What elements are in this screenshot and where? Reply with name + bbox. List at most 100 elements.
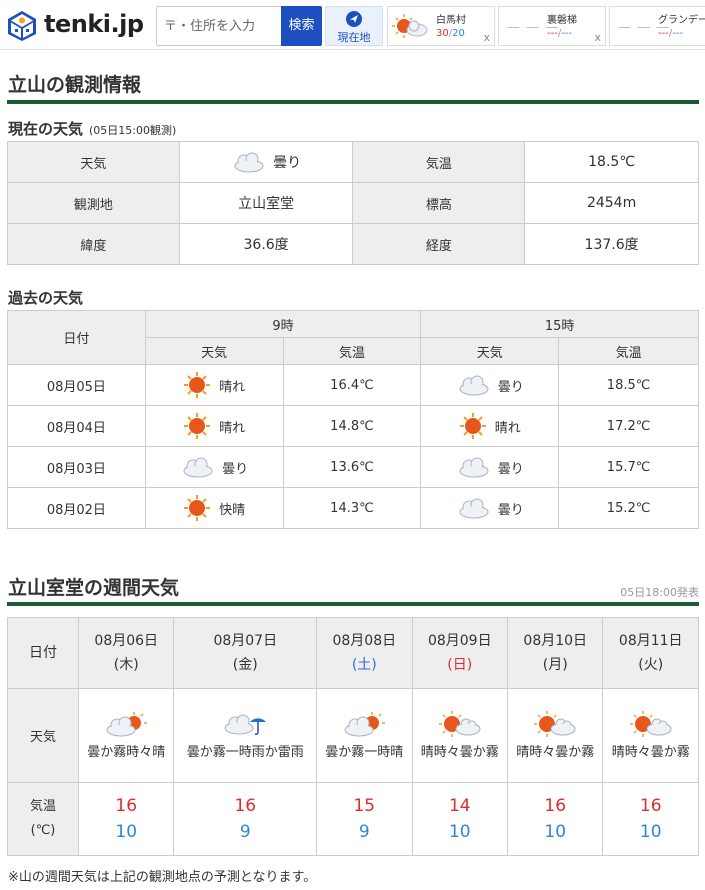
cloud-icon <box>183 457 213 478</box>
issued-time: 05日18:00発表 <box>620 586 699 599</box>
cloud-icon <box>234 152 264 173</box>
temp-header: 気温 <box>282 337 422 365</box>
weekly-forecast-title: 立山室堂の週間天気 <box>8 577 180 599</box>
observation-time: (05日15:00観測) <box>89 124 177 137</box>
sun-icon <box>184 495 211 521</box>
weather-header: 天気 <box>420 337 560 365</box>
favorite-spot-0[interactable]: 白馬村 30/20 x <box>387 6 495 46</box>
forecast-temp-cell: 16 10 <box>506 782 604 856</box>
label-cell: 観測地 <box>7 182 180 224</box>
time-header-9: 9時 <box>144 310 422 338</box>
weather-cell: 曇り <box>144 446 284 488</box>
weather-cell: 曇り <box>420 446 560 488</box>
favorite-spot-2[interactable]: — — — グランデー ---/--- <box>609 6 705 46</box>
forecast-temp-cell: 16 10 <box>602 782 699 856</box>
temp-cell: 14.3℃ <box>282 487 422 529</box>
table-row: 08月05日 晴れ 16.4℃ 曇り 18.5℃ <box>7 364 699 406</box>
value-cell: 2454m <box>524 182 699 224</box>
temp-cell: 15.2℃ <box>558 487 699 529</box>
search-button[interactable]: 検索 <box>281 6 322 46</box>
temp-cell: 18.5℃ <box>558 364 699 406</box>
temp-label: 気温 (℃) <box>7 782 79 856</box>
forecast-date-cell: 08月10日 (月) <box>506 617 604 689</box>
current-weather-title: 現在の天気 (05日15:00観測) <box>8 120 177 138</box>
time-header-15: 15時 <box>420 310 699 338</box>
weather-label: 天気 <box>7 688 79 783</box>
weather-cell: 晴れ <box>144 364 284 406</box>
sun-icon <box>184 413 211 439</box>
table-row: 08月04日 晴れ 14.8℃ 晴れ 17.2℃ <box>7 405 699 447</box>
forecast-weather-cell: 曇か霧一時雨か雷雨 <box>173 688 318 783</box>
favorite-temps: 30/20 <box>436 28 465 39</box>
weekly-forecast-table: 日付 08月06日 (木) 08月07日 (金) 08月08日 (土) 08月09日 (日) 08… <box>7 617 699 856</box>
date-cell: 08月03日 <box>7 446 146 488</box>
current-location-button[interactable]: 現在地 <box>325 6 383 46</box>
date-header: 日付 <box>7 310 146 365</box>
favorite-spot-1[interactable]: — — — 裏磐梯 ---/--- x <box>498 6 606 46</box>
forecast-date-cell: 08月09日 (日) <box>411 617 509 689</box>
temp-cell: 15.7℃ <box>558 446 699 488</box>
weather-cell: 曇り <box>420 364 560 406</box>
cloud-icon <box>459 498 489 519</box>
cloud-umbrella-icon <box>224 714 267 735</box>
forecast-date-cell: 08月11日 (火) <box>602 617 699 689</box>
label-cell: 天気 <box>7 141 180 183</box>
sun-cloud-icon <box>629 710 672 737</box>
table-row: 08月02日 快晴 14.3℃ 曇り 15.2℃ <box>7 487 699 529</box>
cloud-icon <box>459 457 489 478</box>
forecast-temp-cell: 14 10 <box>411 782 509 856</box>
table-row: 緯度 36.6度 経度 137.6度 <box>7 223 699 265</box>
past-weather-title: 過去の天気 <box>8 289 84 307</box>
location-arrow-icon <box>346 11 362 27</box>
forecast-temp-cell: 16 10 <box>77 782 175 856</box>
cloud-sun-icon <box>106 711 148 736</box>
forecast-date-cell: 08月06日 (木) <box>77 617 175 689</box>
value-cell: 曇り <box>178 141 354 183</box>
weather-cell: 晴れ <box>420 405 560 447</box>
past-weather-table: 日付 9時 15時 天気 気温 天気 気温 08月05日 晴れ 16.4℃ 曇り 18.… <box>7 310 699 529</box>
favorite-name: 裏磐梯 <box>547 15 577 26</box>
cloud-sun-icon <box>344 711 386 736</box>
weather-header: 天気 <box>144 337 284 365</box>
forecast-weather-cell: 曇か霧時々晴 <box>77 688 175 783</box>
site-logo[interactable]: tenki.jp <box>6 8 146 42</box>
address-search-input[interactable] <box>157 7 282 45</box>
sun-icon <box>459 413 486 439</box>
forecast-weather-cell: 曇か霧一時晴 <box>316 688 413 783</box>
forecast-temp-cell: 15 9 <box>316 782 413 856</box>
forecast-weather-cell: 晴時々曇か霧 <box>506 688 604 783</box>
label-cell: 気温 <box>352 141 526 183</box>
forecast-note: ※山の週間天気は上記の観測地点の予測となります。 <box>8 870 317 885</box>
sun-cloud-icon <box>534 710 576 737</box>
favorite-temps: ---/--- <box>547 28 573 39</box>
favorite-name: グランデー <box>658 15 705 26</box>
sun-cloud-icon <box>438 710 481 737</box>
forecast-weather-cell: 晴時々曇か霧 <box>602 688 699 783</box>
table-row: 天気 曇り 気温 18.5℃ <box>7 141 699 183</box>
tenki-logo-icon <box>8 11 36 41</box>
favorite-name: 白馬村 <box>436 15 466 26</box>
date-cell: 08月04日 <box>7 405 146 447</box>
temp-cell: 13.6℃ <box>282 446 422 488</box>
date-cell: 08月02日 <box>7 487 146 529</box>
current-weather-table: 天気 曇り 気温 18.5℃ 観測地 立山室堂 標高 2454m 緯度 36.6… <box>7 141 699 265</box>
date-label: 日付 <box>7 617 79 689</box>
value-cell: 18.5℃ <box>524 141 699 183</box>
value-cell: 137.6度 <box>524 223 699 265</box>
temp-cell: 14.8℃ <box>282 405 422 447</box>
favorite-close-button[interactable]: x <box>483 31 490 44</box>
weather-cell: 曇り <box>420 487 560 529</box>
table-row: 08月03日 曇り 13.6℃ 曇り 15.7℃ <box>7 446 699 488</box>
observation-title: 立山の観測情報 <box>8 74 142 96</box>
value-cell: 36.6度 <box>178 223 354 265</box>
temp-header: 気温 <box>558 337 699 365</box>
weather-cell: 晴れ <box>144 405 284 447</box>
forecast-date-cell: 08月08日 (土) <box>316 617 413 689</box>
favorite-temps: ---/--- <box>658 28 684 39</box>
site-header: tenki.jp 検索 現在地 白馬村 30/20 x — — — 裏磐梯 --… <box>0 0 705 50</box>
temp-cell: 16.4℃ <box>282 364 422 406</box>
label-cell: 標高 <box>352 182 526 224</box>
favorite-close-button[interactable]: x <box>594 31 601 44</box>
sun-icon <box>184 372 211 398</box>
forecast-weather-cell: 晴時々曇か霧 <box>411 688 509 783</box>
